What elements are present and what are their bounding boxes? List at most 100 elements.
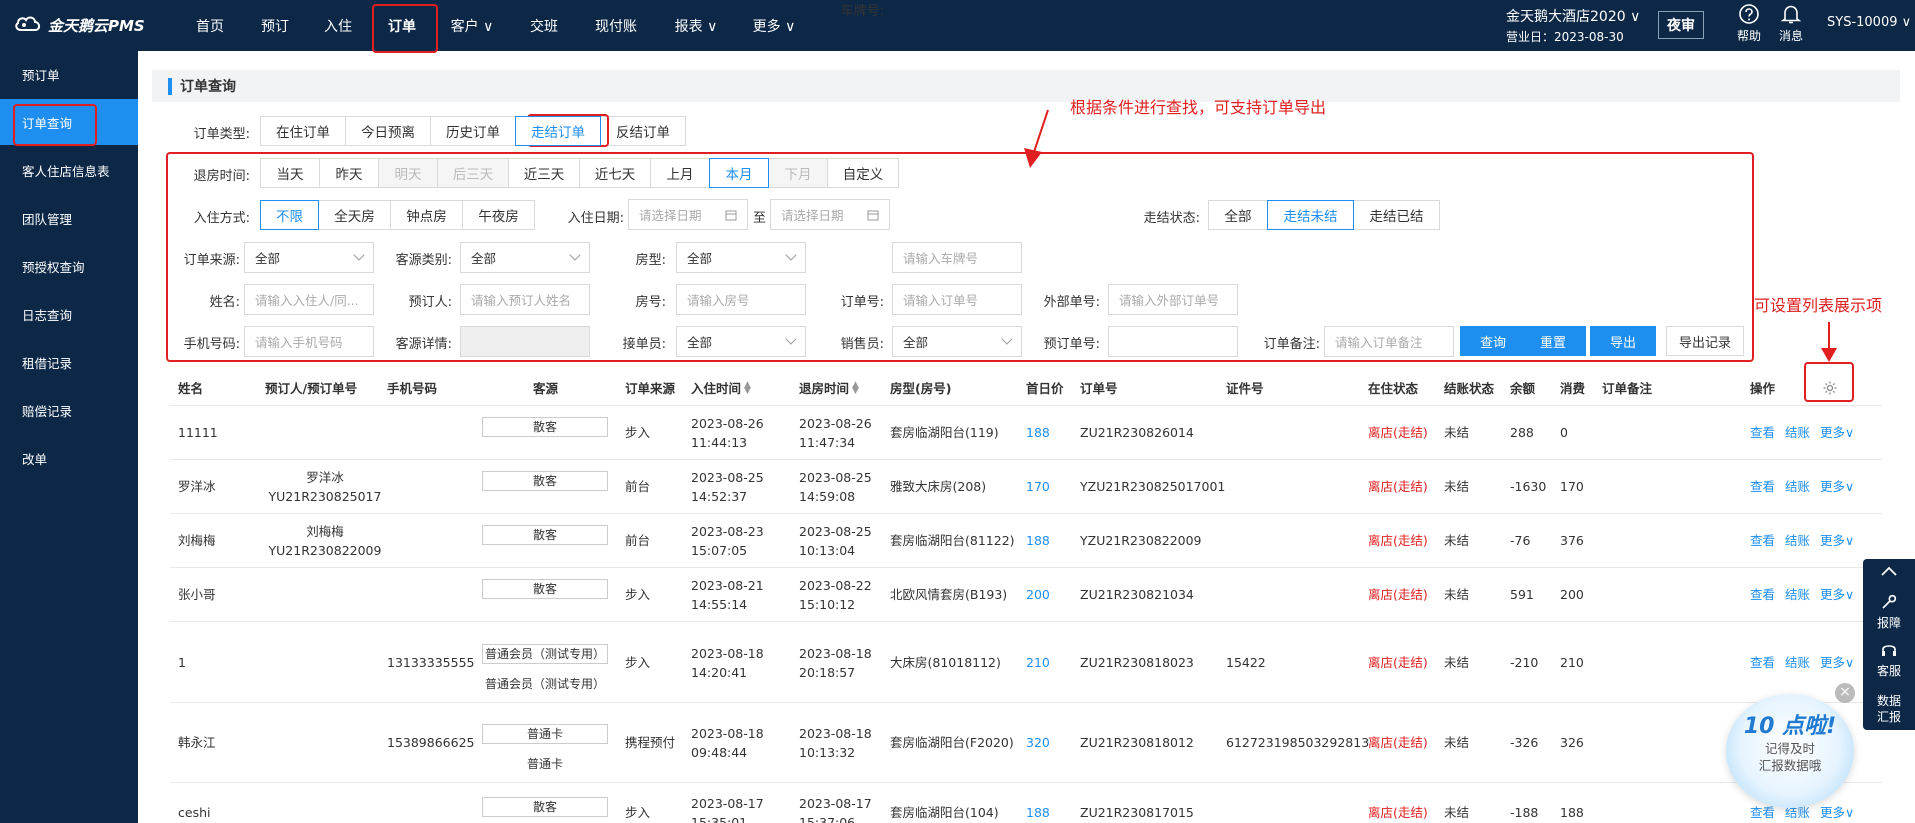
checkin-method-midnight[interactable]: 午夜房 [462,200,535,230]
order-type-walkout[interactable]: 走结订单 [515,116,601,146]
table-row[interactable]: 刘梅梅 刘梅梅 YU21R230822009 散客 前台 2023-08-23 15:07:… [170,514,1882,568]
remark-input[interactable]: 请输入订单备注 [1324,326,1454,357]
scroll-top-button[interactable] [1863,565,1915,580]
checkout-tomorrow[interactable]: 明天 [378,158,438,188]
cell-first-price[interactable]: 320 [1026,734,1050,752]
reset-button[interactable]: 重置 [1520,326,1586,356]
checkout-last-three[interactable]: 近三天 [508,158,580,188]
room-type-select[interactable]: 全部 [676,242,806,273]
night-audit-button[interactable]: 夜审 [1658,11,1704,39]
booking-no-input[interactable] [1108,326,1238,357]
nav-reports[interactable]: 报表 ∨ [668,0,724,51]
data-report-button[interactable]: 数据 汇报 [1863,693,1915,725]
settle-status-settled[interactable]: 走结已结 [1353,200,1440,230]
sidebar-item-bookings[interactable]: 预订单 [0,51,138,97]
order-type-history[interactable]: 历史订单 [430,116,516,146]
sidebar-item-compensation[interactable]: 赔偿记录 [0,387,138,433]
customer-service-button[interactable]: 客服 [1863,641,1915,679]
table-row[interactable]: 张小哥 散客 步入 2023-08-21 14:55:14 2023-08-22 15:10… [170,568,1882,622]
nav-customers[interactable]: 客户 ∨ [444,0,500,51]
table-row[interactable]: 1 13133335555 普通会员（测试专用） 普通会员（测试专用） 步入 2023-0… [170,622,1882,703]
more-link[interactable]: 更多∨ [1820,533,1854,548]
more-link[interactable]: 更多∨ [1820,587,1854,602]
report-issue-button[interactable]: 报障 [1863,593,1915,631]
view-link[interactable]: 查看 [1750,587,1775,602]
guest-detail-input[interactable] [460,326,590,357]
settle-link[interactable]: 结账 [1785,587,1810,602]
sidebar-item-guest-info[interactable]: 客人住店信息表 [0,147,138,193]
phone-input[interactable]: 请输入手机号码 [244,326,374,357]
cell-first-price[interactable]: 200 [1026,586,1050,604]
order-type-today-departure[interactable]: 今日预离 [345,116,431,146]
query-button[interactable]: 查询 [1460,326,1526,356]
sidebar-item-team[interactable]: 团队管理 [0,195,138,241]
table-row[interactable]: 罗洋冰 罗洋冰 YU21R230825017 散客 前台 2023-08-25 14:52:… [170,460,1882,514]
nav-checkin[interactable]: 入住 [318,0,358,51]
promo-bubble[interactable]: 10 点啦! 记得及时 汇报数据哦 [1726,694,1854,808]
message-button[interactable]: 消息 [1774,3,1808,44]
settle-link[interactable]: 结账 [1785,479,1810,494]
checkout-custom[interactable]: 自定义 [827,158,899,188]
sidebar-item-rental[interactable]: 租借记录 [0,339,138,385]
nav-more[interactable]: 更多 ∨ [746,0,802,51]
view-link[interactable]: 查看 [1750,479,1775,494]
external-no-input[interactable]: 请输入外部订单号 [1108,284,1238,315]
col-checkout[interactable]: 退房时间 ▲ ▼ [799,369,859,406]
view-link[interactable]: 查看 [1750,655,1775,670]
cell-first-price[interactable]: 188 [1026,532,1050,550]
checkout-yesterday[interactable]: 昨天 [319,158,379,188]
table-row[interactable]: 11111 散客 步入 2023-08-26 11:44:13 2023-08-26 11:… [170,406,1882,460]
view-link[interactable]: 查看 [1750,533,1775,548]
nav-home[interactable]: 首页 [190,0,230,51]
col-checkin[interactable]: 入住时间 ▲ ▼ [691,369,751,406]
export-log-button[interactable]: 导出记录 [1666,326,1744,356]
checkout-last-month[interactable]: 上月 [650,158,710,188]
cell-first-price[interactable]: 188 [1026,424,1050,442]
checkout-next-month[interactable]: 下月 [768,158,828,188]
table-row[interactable]: ceshi 散客 步入 2023-08-17 15:35:01 2023-08-17 15:… [170,783,1882,823]
booker-input[interactable]: 请输入预订人姓名 [460,284,590,315]
hotel-selector[interactable]: 金天鹅大酒店2020 ∨ 营业日：2023-08-30 [1506,6,1640,45]
view-link[interactable]: 查看 [1750,425,1775,440]
room-no-input[interactable]: 请输入房号 [676,284,806,315]
more-link[interactable]: 更多∨ [1820,805,1854,820]
guest-type-select[interactable]: 全部 [460,242,590,273]
plate-input[interactable]: 请输入车牌号 [892,242,1022,273]
checkin-date-start[interactable]: 请选择日期 [628,199,748,230]
order-no-input[interactable]: 请输入订单号 [892,284,1022,315]
table-row[interactable]: 韩永江 15389866625 普通卡 普通卡 携程预付 2023-08-18 09:48:… [170,703,1882,783]
nav-cash-account[interactable]: 现付账 [588,0,644,51]
settle-status-unsettled[interactable]: 走结未结 [1267,200,1354,230]
user-menu[interactable]: SYS-10009 ∨ [1827,15,1911,30]
settle-status-all[interactable]: 全部 [1208,200,1268,230]
settle-link[interactable]: 结账 [1785,425,1810,440]
cell-first-price[interactable]: 210 [1026,654,1050,672]
settle-link[interactable]: 结账 [1785,655,1810,670]
checkout-this-month[interactable]: 本月 [709,158,769,188]
salesperson-select[interactable]: 全部 [892,326,1022,357]
help-button[interactable]: 帮助 [1732,3,1766,44]
settle-link[interactable]: 结账 [1785,533,1810,548]
cell-first-price[interactable]: 170 [1026,478,1050,496]
sidebar-item-modify-order[interactable]: 改单 [0,435,138,481]
sidebar-item-preauth[interactable]: 预授权查询 [0,243,138,289]
more-link[interactable]: 更多∨ [1820,479,1854,494]
more-link[interactable]: 更多∨ [1820,655,1854,670]
checkout-last-seven[interactable]: 近七天 [579,158,651,188]
order-type-reverse[interactable]: 反结订单 [600,116,686,146]
more-link[interactable]: 更多∨ [1820,425,1854,440]
cell-first-price[interactable]: 188 [1026,804,1050,822]
export-button[interactable]: 导出 [1590,326,1656,356]
checkin-date-end[interactable]: 请选择日期 [770,199,890,230]
name-input[interactable]: 请输入入住人/同... [244,284,374,315]
checkout-next-three[interactable]: 后三天 [437,158,509,188]
checkin-method-any[interactable]: 不限 [260,200,319,230]
receptionist-select[interactable]: 全部 [676,326,806,357]
checkin-method-hourly[interactable]: 钟点房 [390,200,463,230]
nav-booking[interactable]: 预订 [255,0,295,51]
column-settings-button[interactable] [1822,369,1838,406]
logo[interactable]: 金天鹅云PMS [14,14,145,36]
order-source-select[interactable]: 全部 [244,242,374,273]
sidebar-item-logs[interactable]: 日志查询 [0,291,138,337]
order-type-in-house[interactable]: 在住订单 [260,116,346,146]
